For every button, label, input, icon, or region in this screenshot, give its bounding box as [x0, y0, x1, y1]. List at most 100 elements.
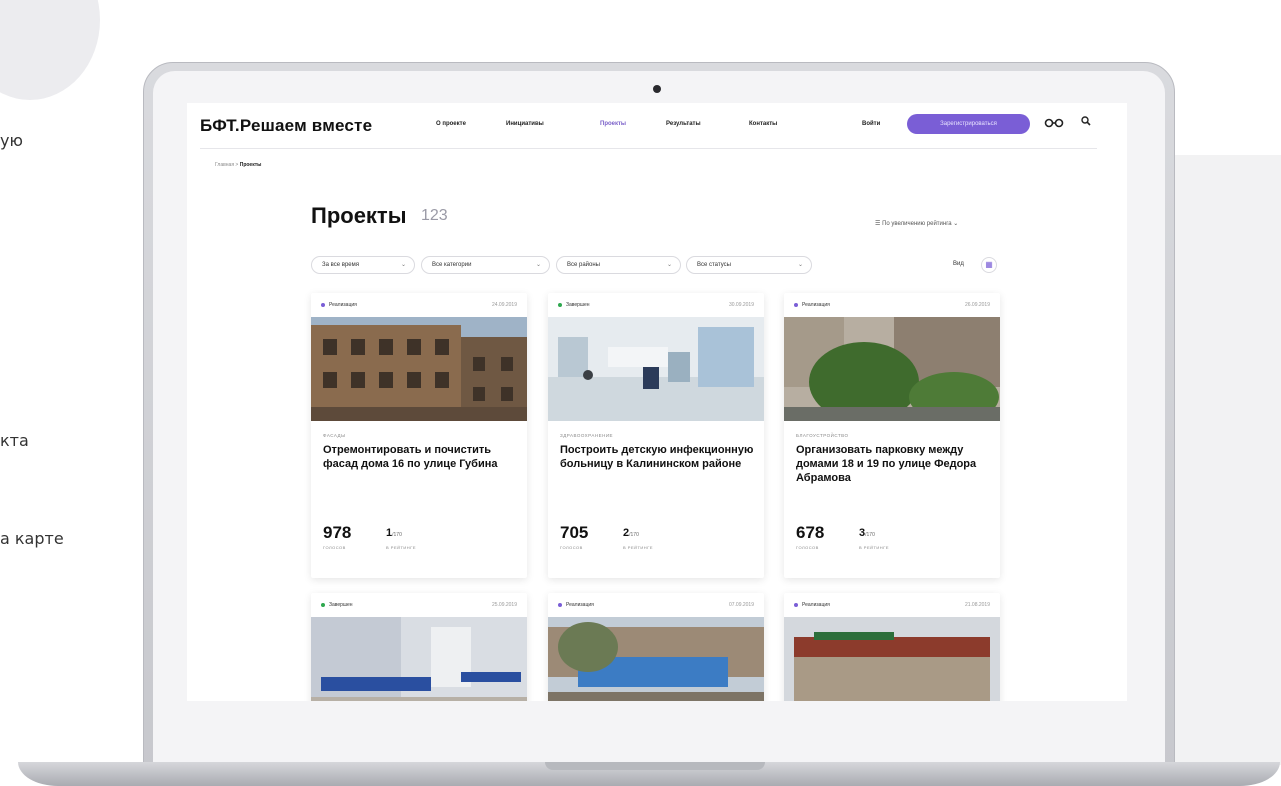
header-divider [200, 148, 1097, 149]
chevron-down-icon: ⌄ [666, 262, 672, 268]
background-panel [1175, 155, 1281, 765]
laptop-screen: БФТ.Решаем вместе О проекте Инициативы П… [187, 103, 1127, 701]
project-photo [548, 317, 764, 421]
filter-status[interactable]: Все статусы ⌄ [686, 256, 812, 274]
status-dot [794, 602, 798, 607]
card-rank: 3/170 [859, 527, 875, 539]
filter-period-label: За все время [322, 262, 359, 268]
status-badge: Завершен [558, 302, 590, 308]
status-dot [794, 302, 798, 307]
login-link[interactable]: Войти [862, 121, 880, 127]
accessibility-glasses-icon[interactable] [1044, 117, 1064, 131]
card-votes-label: ГОЛОСОВ [560, 545, 583, 550]
status-badge: Завершен [321, 602, 353, 608]
filter-period[interactable]: За все время ⌄ [311, 256, 415, 274]
filter-district-label: Все районы [567, 262, 600, 268]
filter-category-label: Все категории [432, 262, 472, 268]
search-icon[interactable] [1081, 116, 1091, 129]
project-card[interactable]: Реализация 26.09.2019 БЛАГОУСТРОЙСТВО Ор… [784, 293, 1000, 578]
status-badge: Реализация [794, 302, 830, 308]
side-text-2: кта [0, 431, 29, 450]
card-rank-label: В РЕЙТИНГЕ [386, 545, 417, 550]
chevron-down-icon: ⌄ [535, 262, 541, 268]
status-badge: Реализация [321, 302, 357, 308]
card-title[interactable]: Построить детскую инфекционную больницу … [560, 443, 756, 471]
card-votes-label: ГОЛОСОВ [796, 545, 819, 550]
nav-initiatives[interactable]: Инициативы [506, 121, 544, 127]
card-date: 07.09.2019 [728, 602, 754, 608]
card-title[interactable]: Организовать парковку между домами 18 и … [796, 443, 992, 485]
card-date: 30.09.2019 [728, 302, 754, 308]
nav-results[interactable]: Результаты [666, 121, 701, 127]
register-button[interactable]: Зарегистрироваться [907, 114, 1030, 134]
status-label: Реализация [802, 602, 830, 608]
project-photo [548, 617, 764, 701]
card-votes: 978 [323, 523, 352, 542]
status-label: Завершен [566, 302, 590, 308]
filter-district[interactable]: Все районы ⌄ [556, 256, 681, 274]
project-card[interactable]: Реализация 21.08.2019 [784, 593, 1000, 701]
nav-projects[interactable]: Проекты [600, 121, 626, 127]
card-date: 24.09.2019 [491, 302, 517, 308]
page-title: Проекты [311, 203, 407, 228]
chevron-down-icon: ⌄ [400, 262, 406, 268]
view-label: Вид [953, 261, 964, 267]
camera-icon [653, 85, 661, 93]
card-category: БЛАГОУСТРОЙСТВО [796, 433, 849, 438]
sort-label: По увеличению рейтинга [882, 221, 952, 227]
nav-about[interactable]: О проекте [436, 121, 466, 127]
status-dot [558, 602, 562, 607]
status-dot [321, 602, 325, 607]
breadcrumb-separator: > [235, 162, 239, 168]
project-photo [311, 317, 527, 421]
filter-icon: ☰ [875, 221, 881, 227]
status-badge: Реализация [558, 602, 594, 608]
card-date: 25.09.2019 [491, 602, 517, 608]
filter-category[interactable]: Все категории ⌄ [421, 256, 550, 274]
filter-status-label: Все статусы [697, 262, 731, 268]
chevron-down-icon: ⌄ [953, 221, 959, 227]
chevron-down-icon: ⌄ [797, 262, 803, 268]
background-blob [0, 0, 100, 100]
card-rank-total: /170 [629, 532, 639, 538]
card-date: 21.08.2019 [964, 602, 990, 608]
breadcrumb-current: Проекты [239, 162, 262, 168]
project-photo [311, 617, 527, 701]
nav-contacts[interactable]: Контакты [749, 121, 777, 127]
card-date: 26.09.2019 [964, 302, 990, 308]
project-card[interactable]: Реализация 07.09.2019 [548, 593, 764, 701]
status-label: Реализация [566, 602, 594, 608]
status-dot [558, 302, 562, 307]
grid-view-icon[interactable]: ▦ [981, 257, 997, 273]
card-rank: 1/170 [386, 527, 402, 539]
card-votes: 705 [560, 523, 589, 542]
status-dot [321, 302, 325, 307]
side-text-3: а карте [0, 529, 64, 548]
laptop-notch [545, 762, 765, 770]
card-rank-label: В РЕЙТИНГЕ [859, 545, 890, 550]
card-votes: 678 [796, 523, 825, 542]
card-rank-total: /170 [392, 532, 402, 538]
project-count: 123 [421, 207, 448, 224]
card-votes-label: ГОЛОСОВ [323, 545, 346, 550]
status-label: Завершен [329, 602, 353, 608]
card-title[interactable]: Отремонтировать и почистить фасад дома 1… [323, 443, 519, 471]
card-rank-total: /170 [865, 532, 875, 538]
status-label: Реализация [329, 302, 357, 308]
card-rank: 2/170 [623, 527, 639, 539]
project-card[interactable]: Реализация 24.09.2019 ФАСАДЫ Отремонтиро… [311, 293, 527, 578]
site-logo[interactable]: БФТ.Решаем вместе [200, 116, 372, 136]
card-category: ФАСАДЫ [323, 433, 346, 438]
breadcrumb-home[interactable]: Главная [215, 162, 234, 168]
card-category: ЗДРАВООХРАНЕНИЕ [560, 433, 614, 438]
project-card[interactable]: Завершен 25.09.2019 [311, 593, 527, 701]
project-card[interactable]: Завершен 30.09.2019 ЗДРАВООХРАНЕНИЕ Пост… [548, 293, 764, 578]
status-badge: Реализация [794, 602, 830, 608]
project-photo [784, 617, 1000, 701]
breadcrumb: Главная > Проекты [215, 162, 261, 168]
project-photo [784, 317, 1000, 421]
sort-dropdown[interactable]: ☰ По увеличению рейтинга ⌄ [875, 220, 958, 227]
side-text-1: ую [0, 131, 23, 150]
status-label: Реализация [802, 302, 830, 308]
card-rank-label: В РЕЙТИНГЕ [623, 545, 654, 550]
